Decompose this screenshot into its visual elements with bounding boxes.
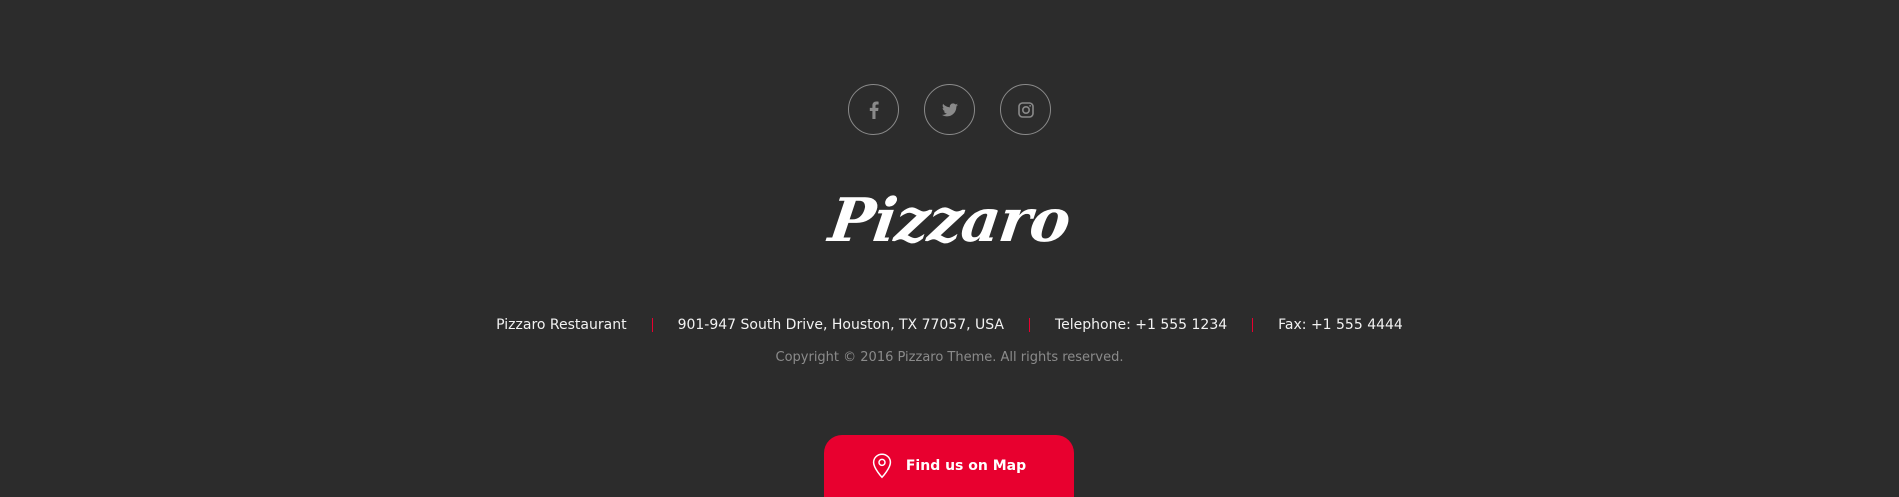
site-footer: Pizzaro Pizzaro Restaurant 901-947 South… <box>0 0 1899 497</box>
telephone-text: Telephone: +1 555 1234 <box>1054 317 1228 333</box>
restaurant-name: Pizzaro Restaurant <box>496 317 627 333</box>
find-us-on-map-button[interactable]: Find us on Map <box>824 435 1074 497</box>
map-button-label: Find us on Map <box>905 457 1027 474</box>
divider <box>1252 318 1254 332</box>
social-links <box>0 84 1899 135</box>
map-pin-icon <box>872 452 892 479</box>
instagram-icon <box>1017 101 1034 118</box>
contact-info: Pizzaro Restaurant 901-947 South Drive, … <box>0 315 1899 335</box>
brand-logo[interactable]: Pizzaro <box>0 183 1899 259</box>
copyright-text: Copyright © 2016 Pizzaro Theme. All righ… <box>775 350 1124 365</box>
address-text: 901-947 South Drive, Houston, TX 77057, … <box>677 317 1004 333</box>
divider <box>651 318 653 332</box>
twitter-link[interactable] <box>924 84 975 135</box>
fax-text: Fax: +1 555 4444 <box>1278 317 1403 333</box>
facebook-icon <box>869 101 879 119</box>
instagram-link[interactable] <box>1000 84 1051 135</box>
divider <box>1028 318 1030 332</box>
facebook-link[interactable] <box>848 84 899 135</box>
twitter-icon <box>941 102 958 117</box>
